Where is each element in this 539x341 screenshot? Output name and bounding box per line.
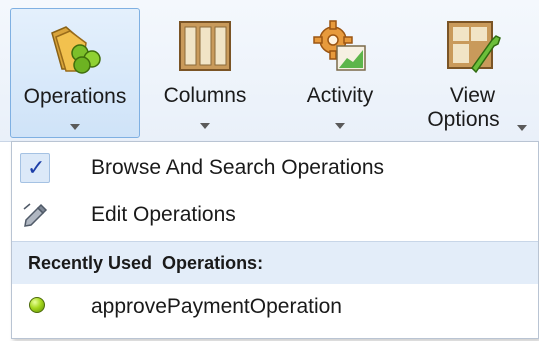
menu-item-edit-operations[interactable]: Edit Operations [12, 192, 538, 238]
recent-item-label: approvePaymentOperation [91, 295, 342, 318]
chevron-down-icon [517, 118, 527, 136]
ribbon-toolbar: Operations Columns Activity View Options [0, 0, 539, 142]
view-options-button[interactable]: View Options [410, 8, 535, 138]
view-label-line1: View [449, 84, 496, 107]
activity-button[interactable]: Activity [280, 8, 400, 138]
menu-item-browse-and-search[interactable]: ✓ Browse And Search Operations [12, 145, 538, 191]
chevron-down-icon [200, 116, 210, 134]
activity-gear-icon [313, 20, 366, 71]
operations-folder-icon [51, 26, 101, 74]
activity-label: Activity [306, 84, 374, 107]
columns-icon [179, 21, 231, 71]
operations-button[interactable]: Operations [10, 8, 140, 138]
green-dot-icon [29, 297, 45, 313]
operations-dropdown-menu: ✓ Browse And Search Operations Edit Oper… [11, 141, 539, 339]
edit-pencil-icon [23, 203, 48, 227]
columns-label: Columns [163, 84, 247, 107]
recently-used-header: Recently Used Operations: [12, 241, 538, 284]
chevron-down-icon [335, 116, 345, 134]
menu-item-label: Browse And Search Operations [91, 156, 384, 179]
checkmark-icon: ✓ [20, 153, 50, 183]
recent-item-approve-payment[interactable]: approvePaymentOperation [12, 284, 538, 330]
operations-label: Operations [23, 85, 127, 108]
section-title: Recently Used Operations: [28, 253, 264, 273]
chevron-down-icon [70, 117, 80, 135]
view-label-line2: Options [427, 108, 500, 131]
columns-button[interactable]: Columns [150, 8, 260, 138]
view-options-wrench-icon [446, 21, 501, 74]
menu-item-label: Edit Operations [91, 203, 236, 226]
